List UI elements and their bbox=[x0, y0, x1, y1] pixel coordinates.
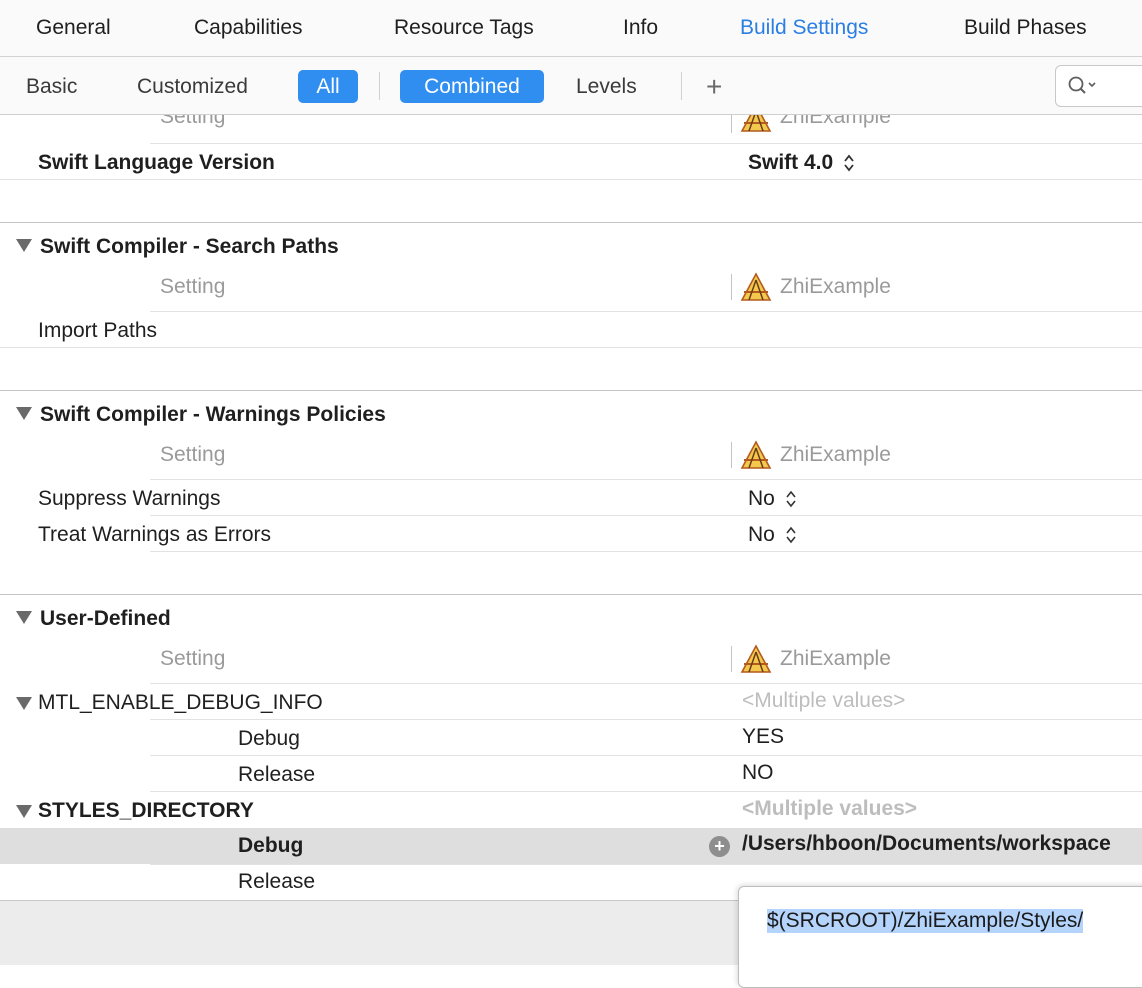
disclosure-triangle-icon[interactable] bbox=[16, 407, 32, 420]
configuration-name: Release bbox=[238, 763, 316, 786]
row-divider bbox=[150, 755, 1142, 756]
row-divider bbox=[150, 143, 1142, 144]
tab-build-phases[interactable]: Build Phases bbox=[964, 16, 1087, 40]
setting-column-header: Setting bbox=[160, 443, 226, 466]
column-separator bbox=[731, 274, 732, 300]
target-column-header: ZhiExample bbox=[780, 443, 891, 466]
disclosure-triangle-icon[interactable] bbox=[16, 805, 32, 818]
app-target-icon bbox=[740, 440, 772, 469]
row-divider bbox=[150, 551, 1142, 552]
column-separator bbox=[731, 115, 732, 133]
value-edit-input[interactable]: $(SRCROOT)/ZhiExample/Styles/ bbox=[767, 909, 1084, 933]
popup-stepper-icon bbox=[786, 527, 796, 544]
view-combined-button[interactable]: Combined bbox=[400, 70, 544, 103]
filter-divider bbox=[681, 72, 682, 100]
section-title[interactable]: User-Defined bbox=[40, 607, 171, 631]
settings-table: Setting ZhiExample Swift Language Versio… bbox=[0, 115, 1142, 900]
setting-value: No bbox=[748, 487, 775, 510]
value-edit-popover[interactable]: $(SRCROOT)/ZhiExample/Styles/ bbox=[738, 886, 1142, 988]
popup-stepper-icon bbox=[786, 491, 796, 508]
setting-value: No bbox=[748, 523, 775, 546]
setting-value: Swift 4.0 bbox=[748, 151, 834, 174]
setting-value-popup[interactable]: No bbox=[748, 523, 797, 547]
target-column-header: ZhiExample bbox=[780, 647, 891, 670]
filter-customized-button[interactable]: Customized bbox=[137, 70, 248, 103]
section-divider bbox=[0, 222, 1142, 223]
setting-value-popup[interactable]: No bbox=[748, 487, 797, 511]
disclosure-triangle-icon[interactable] bbox=[16, 697, 32, 710]
row-divider bbox=[150, 719, 1142, 720]
setting-column-header: Setting bbox=[160, 647, 226, 670]
configuration-name: Release bbox=[238, 870, 316, 893]
view-levels-button[interactable]: Levels bbox=[576, 70, 637, 103]
setting-column-header: Setting bbox=[160, 115, 226, 128]
tab-resource-tags[interactable]: Resource Tags bbox=[394, 16, 534, 40]
filter-basic-button[interactable]: Basic bbox=[26, 70, 77, 103]
section-title[interactable]: Swift Compiler - Search Paths bbox=[40, 235, 339, 259]
setting-value[interactable]: /Users/hboon/Documents/workspace bbox=[742, 832, 1111, 856]
row-divider bbox=[150, 791, 1142, 792]
setting-name[interactable]: MTL_ENABLE_DEBUG_INFO bbox=[38, 691, 323, 715]
tab-capabilities[interactable]: Capabilities bbox=[194, 16, 303, 40]
setting-name[interactable]: STYLES_DIRECTORY bbox=[38, 799, 254, 823]
setting-name[interactable]: Treat Warnings as Errors bbox=[38, 523, 271, 547]
target-column-header: ZhiExample bbox=[780, 275, 891, 298]
setting-value: <Multiple values> bbox=[742, 689, 906, 712]
setting-value: <Multiple values> bbox=[742, 797, 918, 820]
search-icon bbox=[1068, 76, 1096, 94]
setting-value[interactable]: YES bbox=[742, 725, 784, 749]
section-divider bbox=[0, 390, 1142, 391]
row-divider bbox=[150, 864, 1142, 865]
tab-general[interactable]: General bbox=[36, 16, 111, 40]
configuration-name: Debug bbox=[238, 834, 304, 857]
editor-tab-bar: General Capabilities Resource Tags Info … bbox=[0, 0, 1142, 57]
setting-name[interactable]: Suppress Warnings bbox=[38, 487, 220, 511]
tab-info[interactable]: Info bbox=[623, 16, 658, 40]
app-target-icon bbox=[740, 272, 772, 301]
app-target-icon bbox=[740, 644, 772, 673]
disclosure-triangle-icon[interactable] bbox=[16, 611, 32, 624]
add-setting-button[interactable]: + bbox=[706, 70, 722, 103]
filter-all-button[interactable]: All bbox=[298, 70, 358, 103]
setting-value[interactable]: NO bbox=[742, 761, 774, 785]
section-divider bbox=[0, 594, 1142, 595]
filter-divider bbox=[379, 72, 380, 100]
build-settings-filter-bar: Basic Customized All Combined Levels + bbox=[0, 57, 1142, 115]
disclosure-triangle-icon[interactable] bbox=[16, 239, 32, 252]
row-divider bbox=[150, 515, 1142, 516]
tab-build-settings[interactable]: Build Settings bbox=[740, 16, 868, 40]
configuration-name: Debug bbox=[238, 727, 300, 750]
target-column-header: ZhiExample bbox=[780, 115, 891, 128]
column-separator bbox=[731, 442, 732, 468]
app-target-icon bbox=[740, 115, 772, 132]
popup-stepper-icon bbox=[844, 155, 854, 172]
setting-value-popup[interactable]: Swift 4.0 bbox=[748, 151, 855, 175]
setting-column-header: Setting bbox=[160, 275, 226, 298]
setting-name[interactable]: Import Paths bbox=[38, 319, 157, 343]
row-divider bbox=[150, 479, 1142, 480]
row-divider bbox=[0, 179, 1142, 180]
setting-name[interactable]: Swift Language Version bbox=[38, 151, 275, 175]
section-title[interactable]: Swift Compiler - Warnings Policies bbox=[40, 403, 386, 427]
column-separator bbox=[731, 646, 732, 672]
search-field[interactable] bbox=[1055, 65, 1142, 107]
row-divider bbox=[0, 347, 1142, 348]
add-condition-icon[interactable]: + bbox=[709, 836, 730, 857]
row-divider bbox=[150, 311, 1142, 312]
row-divider bbox=[150, 683, 1142, 684]
